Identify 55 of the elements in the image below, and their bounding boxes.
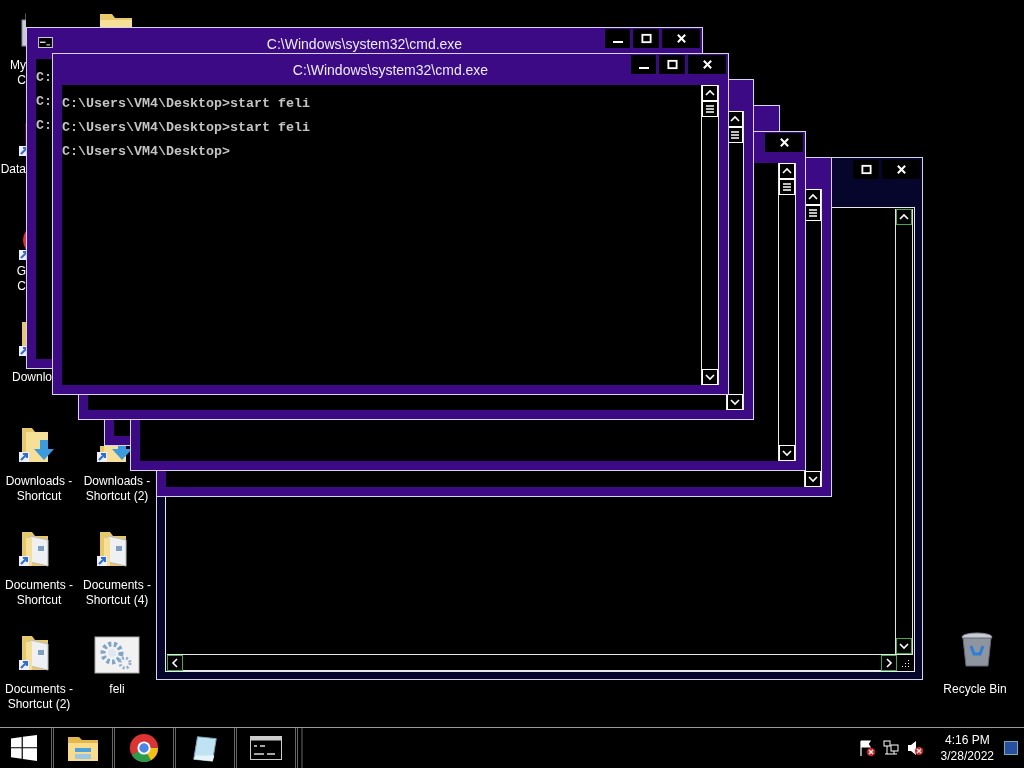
console-icon bbox=[250, 733, 282, 763]
minimize-button[interactable] bbox=[631, 55, 656, 74]
speaker-muted-icon[interactable] bbox=[905, 739, 924, 757]
window-title: C:\Windows\system32\cmd.exe bbox=[292, 61, 489, 78]
icon-label[interactable]: Documents - Shortcut bbox=[0, 578, 78, 608]
close-icon bbox=[895, 164, 907, 175]
close-icon bbox=[701, 59, 713, 70]
close-button[interactable] bbox=[882, 160, 920, 179]
icon-label[interactable]: Documents - Shortcut (2) bbox=[0, 682, 78, 712]
icon-label[interactable]: Downlo bbox=[0, 370, 52, 385]
maximize-button[interactable] bbox=[633, 29, 659, 48]
maximize-icon bbox=[640, 33, 652, 44]
scroll-up-button[interactable] bbox=[896, 209, 912, 225]
vertical-scrollbar[interactable] bbox=[895, 209, 913, 654]
resize-grip-icon[interactable] bbox=[900, 658, 910, 668]
icon-label[interactable]: Documents - Shortcut (4) bbox=[78, 578, 156, 608]
close-icon bbox=[778, 137, 790, 148]
scrollbar-thumb[interactable] bbox=[779, 179, 795, 195]
chrome-icon bbox=[128, 733, 160, 763]
close-icon bbox=[675, 33, 687, 44]
maximize-button[interactable] bbox=[853, 160, 879, 179]
icon-label[interactable]: Recycle Bin bbox=[935, 682, 1015, 697]
icon-label[interactable]: Downloads - Shortcut (2) bbox=[78, 474, 156, 504]
console-line: C: bbox=[36, 117, 52, 135]
icon-label[interactable]: feli bbox=[78, 682, 156, 697]
vertical-scrollbar[interactable] bbox=[701, 85, 719, 385]
console-line: C:\Users\VM4\Desktop> bbox=[62, 143, 230, 161]
windows-logo-icon bbox=[11, 735, 37, 761]
icon-label[interactable]: My C bbox=[0, 58, 26, 88]
minimize-button[interactable] bbox=[605, 29, 630, 48]
scrollbar-thumb[interactable] bbox=[702, 101, 718, 117]
close-button[interactable] bbox=[688, 55, 726, 74]
close-button[interactable] bbox=[662, 29, 700, 48]
minimize-icon bbox=[612, 41, 623, 43]
network-icon[interactable] bbox=[881, 739, 900, 757]
console-line: C: bbox=[36, 69, 52, 87]
scroll-left-button[interactable] bbox=[167, 655, 183, 671]
scroll-down-button[interactable] bbox=[896, 638, 912, 654]
console-line: C:\Users\VM4\Desktop>start feli bbox=[62, 119, 310, 137]
maximize-button[interactable] bbox=[659, 55, 685, 74]
vertical-scrollbar[interactable] bbox=[778, 163, 796, 461]
icon-label[interactable]: Data bbox=[0, 162, 26, 177]
window-title: C:\Windows\system32\cmd.exe bbox=[266, 35, 463, 52]
horizontal-scrollbar[interactable] bbox=[167, 654, 913, 671]
flag-error-icon[interactable] bbox=[857, 739, 876, 757]
icon-label[interactable]: Downloads - Shortcut bbox=[0, 474, 78, 504]
maximize-icon bbox=[860, 164, 872, 175]
console-line: C:\Users\VM4\Desktop>start feli bbox=[62, 95, 310, 113]
maximize-icon bbox=[666, 59, 678, 70]
icon-label[interactable]: G C bbox=[14, 264, 26, 294]
minimize-icon bbox=[638, 67, 649, 69]
scroll-right-button[interactable] bbox=[881, 655, 897, 671]
close-button[interactable] bbox=[765, 133, 803, 152]
console-line: C: bbox=[36, 93, 52, 111]
show-desktop-button[interactable] bbox=[1004, 741, 1018, 755]
